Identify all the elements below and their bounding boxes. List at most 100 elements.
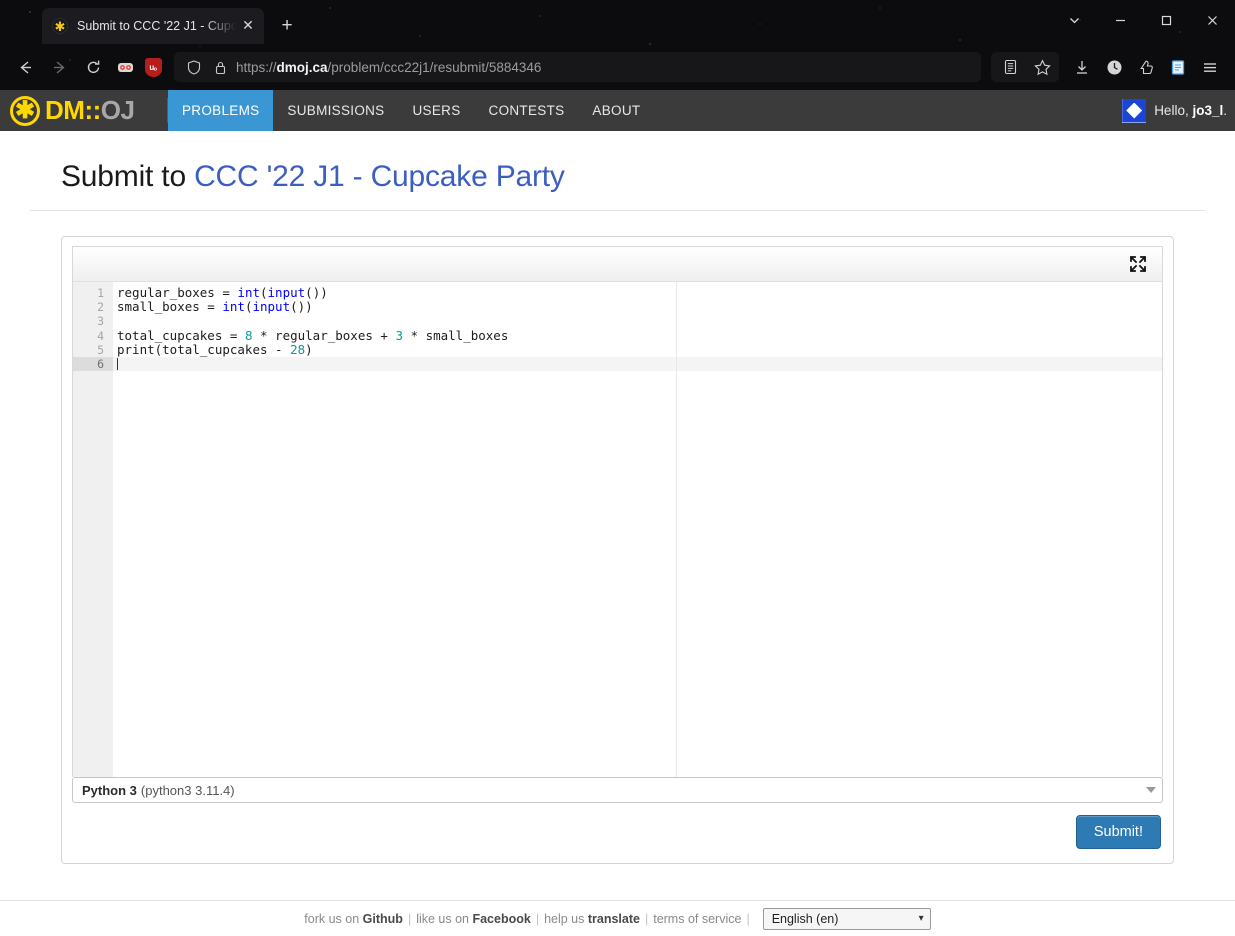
gutter-line-number: 4 (97, 328, 104, 343)
greeting-period: . (1223, 103, 1227, 118)
editor-toolbar (73, 247, 1162, 282)
footer-separator: | (644, 911, 649, 926)
code-lines: regular_boxes = int(input()) small_boxes… (113, 285, 1162, 371)
code-line: print(total_cupcakes - 28) (117, 341, 1162, 357)
code-token: ) (305, 341, 313, 357)
nav-item-users[interactable]: USERS (399, 90, 475, 131)
editor-text-layer[interactable]: regular_boxes = int(input()) small_boxes… (113, 282, 1162, 777)
new-tab-button[interactable]: + (272, 11, 302, 41)
gutter-line-number-active: 6 (73, 356, 113, 372)
dmoj-asterisk-icon: ✱ (10, 95, 40, 126)
navigation-toolbar: uₒ https://dmoj.ca/problem/ccc22j1/resub… (0, 44, 1235, 90)
url-scheme: https:// (236, 59, 277, 75)
language-select[interactable]: Python 3 (python3 3.11.4) (72, 777, 1163, 803)
footer-facebook-link[interactable]: like us on Facebook (416, 912, 531, 926)
tab-close-icon[interactable]: ✕ (240, 18, 256, 34)
code-token: small_boxes = (117, 299, 223, 315)
footer-translate-label: translate (587, 911, 640, 926)
code-token-number: 28 (290, 341, 306, 357)
footer-github-label: Github (362, 911, 403, 926)
code-editor[interactable]: 1 2 3 4 5 6 regular_boxes = int(input())… (72, 246, 1163, 777)
ace-editor-body[interactable]: 1 2 3 4 5 6 regular_boxes = int(input())… (73, 282, 1162, 777)
url-domain: dmoj.ca (276, 59, 328, 75)
forward-icon[interactable] (44, 52, 74, 82)
tab-title: Submit to CCC '22 J1 - Cupcake (77, 19, 236, 33)
maximize-icon[interactable] (1143, 1, 1189, 39)
browser-toolbar-actions (991, 52, 1225, 82)
fullscreen-expand-icon[interactable] (1128, 254, 1148, 274)
ublock-origin-icon[interactable]: uₒ (140, 54, 166, 80)
code-token: * regular_boxes + (252, 327, 396, 343)
code-token: * small_boxes (403, 327, 509, 343)
greeting-text: Hello, (1154, 103, 1189, 118)
logo-dm: DM (45, 95, 85, 125)
text-cursor (117, 357, 118, 370)
site-nav-links: PROBLEMS SUBMISSIONS USERS CONTESTS ABOU… (168, 90, 654, 131)
language-name: Python 3 (82, 782, 137, 798)
footer-separator: | (407, 911, 412, 926)
url-path: /problem/ccc22j1/resubmit/5884346 (327, 59, 542, 75)
dmoj-star-icon: ✱ (52, 18, 68, 34)
footer-language-value: English (en) (771, 911, 839, 926)
downloads-icon[interactable] (1067, 52, 1097, 82)
bookmark-star-icon[interactable] (1027, 52, 1057, 82)
footer-terms-link[interactable]: terms of service (653, 912, 741, 926)
app-menu-icon[interactable] (1195, 52, 1225, 82)
nav-item-contests[interactable]: CONTESTS (475, 90, 579, 131)
dropdown-caret-icon (1146, 787, 1156, 793)
code-line-cursor (117, 357, 1162, 371)
gutter-line-number: 1 (97, 286, 104, 300)
logo-colons: :: (84, 95, 101, 125)
logo-wordmark: DM::OJ (45, 95, 135, 126)
footer-fork-prefix: fork us on (304, 911, 363, 926)
tab-list-chevron-down-icon[interactable] (1051, 1, 1097, 39)
gutter-line-number: 2 (97, 300, 104, 315)
code-token: total_cupcakes = (117, 327, 245, 343)
code-token-function: int (222, 299, 245, 315)
shield-icon (184, 57, 204, 77)
footer-translate-link[interactable]: help us translate (544, 912, 640, 926)
code-line: small_boxes = int(input()) (117, 300, 1162, 314)
footer-github-link[interactable]: fork us on Github (304, 912, 403, 926)
nav-item-about[interactable]: ABOUT (578, 90, 654, 131)
lock-icon (210, 57, 230, 77)
reload-icon[interactable] (78, 52, 108, 82)
submit-row: Submit! (62, 803, 1173, 863)
url-text: https://dmoj.ca/problem/ccc22j1/resubmit… (236, 60, 541, 75)
browser-tab[interactable]: ✱ Submit to CCC '22 J1 - Cupcake ✕ (42, 8, 264, 44)
site-logo[interactable]: ✱ DM::OJ (0, 90, 167, 131)
extension-robot-icon[interactable] (112, 54, 138, 80)
code-token-number: 3 (395, 327, 403, 343)
footer-language-select[interactable]: English (en) ▾ (762, 907, 931, 930)
pocket-icon[interactable] (1131, 52, 1161, 82)
username: jo3_l (1192, 103, 1224, 118)
browser-window: ✱ Submit to CCC '22 J1 - Cupcake ✕ + (0, 0, 1235, 936)
user-menu[interactable]: Hello, jo3_l. (1122, 90, 1235, 131)
urlbar-actions-group (991, 52, 1059, 82)
code-line: regular_boxes = int(input()) (117, 285, 1162, 300)
code-line: total_cupcakes = 8 * regular_boxes + 3 *… (117, 327, 1162, 343)
page-title-prefix: Submit to (61, 160, 195, 193)
code-token: regular_boxes = (117, 285, 238, 300)
nav-item-submissions[interactable]: SUBMISSIONS (273, 90, 398, 131)
footer-facebook-label: Facebook (472, 911, 531, 926)
nav-item-problems[interactable]: PROBLEMS (168, 90, 274, 131)
window-controls (1051, 0, 1235, 40)
page-viewport: ✱ DM::OJ PROBLEMS SUBMISSIONS USERS CONT… (0, 90, 1235, 936)
problem-link[interactable]: CCC '22 J1 - Cupcake Party (194, 160, 565, 193)
minimize-icon[interactable] (1097, 1, 1143, 39)
code-token: print(total_cupcakes - (117, 341, 291, 357)
document-icon[interactable] (1163, 52, 1193, 82)
back-icon[interactable] (10, 52, 40, 82)
history-clock-icon[interactable] (1099, 52, 1129, 82)
avatar (1122, 98, 1147, 123)
submit-button[interactable]: Submit! (1075, 815, 1161, 849)
content-inner: Submit to CCC '22 J1 - Cupcake Party 1 2… (30, 131, 1205, 864)
close-icon[interactable] (1189, 1, 1235, 39)
address-bar[interactable]: https://dmoj.ca/problem/ccc22j1/resubmit… (174, 52, 981, 82)
code-token-function: input (252, 299, 291, 315)
reader-mode-icon[interactable] (995, 52, 1025, 82)
gutter-line-number: 3 (97, 314, 104, 329)
site-footer: fork us on Github | like us on Facebook … (0, 900, 1235, 936)
